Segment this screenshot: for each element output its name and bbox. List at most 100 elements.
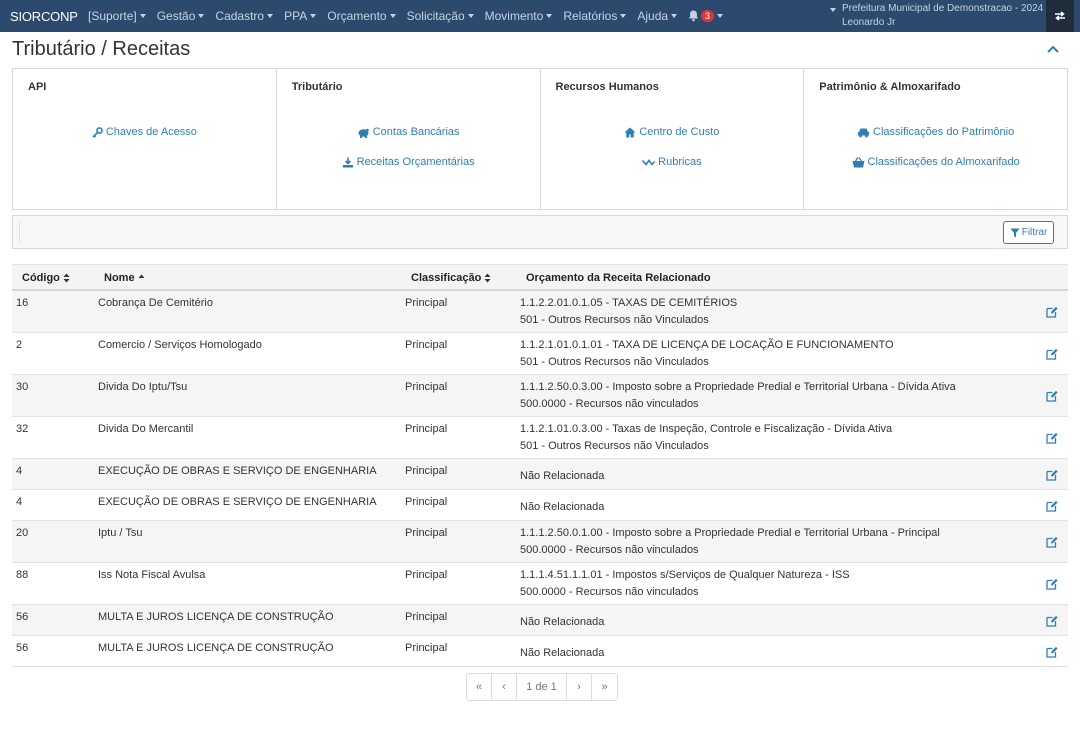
caret-down-icon [830, 8, 836, 12]
menu-label: Orçamento [327, 9, 387, 23]
menu-label: Gestão [156, 9, 196, 23]
car-icon [858, 128, 869, 137]
budget-line-1: 1.1.1.2.50.0.1.00 - Imposto sobre a Prop… [520, 527, 940, 539]
link-receitas-orcamentarias[interactable]: Receitas Orçamentárias [277, 156, 540, 168]
link-classificacoes-patrimonio[interactable]: Classificações do Patrimônio [804, 126, 1067, 138]
link-contas-bancarias[interactable]: Contas Bancárias [277, 126, 540, 138]
panel-title: Patrimônio & Almoxarifado [819, 81, 961, 93]
cell-classificacao: Principal [405, 339, 448, 351]
link-classificacoes-almoxarifado[interactable]: Classificações do Almoxarifado [804, 156, 1067, 168]
link-label: Chaves de Acesso [105, 126, 197, 138]
cell-orcamento: Não Relacionada [520, 499, 604, 516]
filter-button-label: Filtrar [1021, 227, 1048, 238]
edit-icon[interactable] [1046, 578, 1058, 590]
menu-relatorios[interactable]: Relatórios [563, 9, 627, 23]
cell-orcamento: 1.1.1.2.50.0.1.00 - Imposto sobre a Prop… [520, 525, 940, 559]
panel-patrimonio: Patrimônio & Almoxarifado Classificações… [804, 69, 1067, 209]
budget-line-1: 1.1.2.1.01.0.3.00 - Taxas de Inspeção, C… [520, 423, 893, 435]
edit-icon[interactable] [1046, 615, 1058, 627]
edit-icon[interactable] [1046, 469, 1058, 481]
cell-classificacao: Principal [405, 569, 448, 581]
cell-orcamento: 1.1.1.2.50.0.3.00 - Imposto sobre a Prop… [520, 379, 956, 413]
org-user-menu[interactable]: Prefeitura Municipal de Demonstracao - 2… [830, 2, 1043, 30]
cell-classificacao: Principal [405, 297, 448, 309]
edit-icon[interactable] [1046, 432, 1058, 444]
budget-line-2: 501 - Outros Recursos não Vinculados [520, 440, 709, 452]
cell-orcamento: Não Relacionada [520, 645, 604, 662]
edit-icon[interactable] [1046, 306, 1058, 318]
menu-ppa[interactable]: PPA [284, 9, 317, 23]
menu-movimento[interactable]: Movimento [485, 9, 553, 23]
header-codigo[interactable]: Código [22, 272, 70, 284]
collapse-panels-button[interactable] [1046, 43, 1062, 57]
panel-title: Tributário [291, 81, 343, 93]
cell-codigo: 88 [16, 569, 29, 581]
notifications-button[interactable]: 3 [688, 10, 724, 22]
link-rubricas[interactable]: Rubricas [541, 156, 804, 168]
menu-label: Movimento [484, 9, 544, 23]
edit-icon[interactable] [1046, 500, 1058, 512]
link-centro-de-custo[interactable]: Centro de Custo [541, 126, 804, 138]
cell-codigo: 56 [16, 642, 29, 654]
budget-line-1: 1.1.1.4.51.1.1.01 - Impostos s/Serviços … [520, 569, 850, 581]
switch-context-button[interactable] [1046, 0, 1074, 32]
first-page-button[interactable]: « [467, 674, 492, 700]
menu-suporte[interactable]: [Suporte] [88, 9, 146, 23]
table-row: 2 Comercio / Serviços Homologado Principal… [12, 333, 1068, 375]
link-chaves-de-acesso[interactable]: Chaves de Acesso [13, 126, 276, 138]
next-page-button[interactable]: › [567, 674, 592, 700]
budget-line-1: Não Relacionada [520, 501, 605, 513]
panel-api: API Chaves de Acesso [13, 69, 277, 209]
cell-codigo: 4 [16, 496, 23, 508]
menu-cadastro[interactable]: Cadastro [215, 9, 274, 23]
menu-label: Solicitação [406, 9, 465, 23]
prev-page-button[interactable]: ‹ [492, 674, 517, 700]
filter-input[interactable] [19, 221, 989, 243]
header-nome[interactable]: Nome [104, 272, 145, 284]
cell-nome: Divida Do Mercantil [98, 423, 194, 435]
link-label: Contas Bancárias [372, 126, 460, 138]
cell-classificacao: Principal [405, 423, 448, 435]
cell-nome: Comercio / Serviços Homologado [98, 339, 262, 351]
panel-recursos-humanos: Recursos Humanos Centro de Custo Rubrica… [541, 69, 805, 209]
cell-codigo: 32 [16, 423, 29, 435]
cell-classificacao: Principal [405, 642, 448, 654]
table-body: 16 Cobrança De Cemitério Principal 1.1.2.2.… [12, 291, 1068, 667]
menu-orcamento[interactable]: Orçamento [327, 9, 396, 23]
budget-line-1: 1.1.1.2.50.0.3.00 - Imposto sobre a Prop… [520, 381, 956, 393]
link-label: Classificações do Almoxarifado [867, 156, 1020, 168]
cell-classificacao: Principal [405, 611, 448, 623]
chart-line-icon [642, 158, 656, 166]
org-name: Prefeitura Municipal de Demonstracao - 2… [842, 3, 1044, 14]
edit-icon[interactable] [1046, 646, 1058, 658]
cell-codigo: 16 [16, 297, 29, 309]
filter-button[interactable]: Filtrar [1003, 221, 1054, 244]
panel-title: API [28, 81, 47, 93]
caret-down-icon [139, 14, 146, 18]
panel-title: Recursos Humanos [555, 81, 659, 93]
bell-icon [689, 10, 699, 22]
last-page-button[interactable]: » [592, 674, 617, 700]
edit-icon[interactable] [1046, 348, 1058, 360]
budget-line-2: 500.0000 - Recursos não vinculados [520, 398, 699, 410]
edit-icon[interactable] [1046, 536, 1058, 548]
header-label: Classificação [411, 272, 482, 284]
exchange-arrows-icon [1055, 11, 1065, 21]
brand-logo[interactable]: SIORCONP [0, 9, 88, 24]
link-label: Classificações do Patrimônio [873, 126, 1015, 138]
menu-label: PPA [284, 9, 308, 23]
caret-down-icon [267, 14, 274, 18]
filter-bar: Filtrar [12, 215, 1068, 249]
menu-ajuda[interactable]: Ajuda [637, 9, 678, 23]
menu-label: Relatórios [563, 9, 618, 23]
budget-line-2: 500.0000 - Recursos não vinculados [520, 544, 699, 556]
menu-solicitacao[interactable]: Solicitação [407, 9, 474, 23]
header-label: Orçamento da Receita Relacionado [526, 272, 711, 284]
menu-gestao[interactable]: Gestão [157, 9, 205, 23]
cell-classificacao: Principal [405, 465, 448, 477]
edit-icon[interactable] [1046, 390, 1058, 402]
funnel-icon [1010, 228, 1020, 237]
header-classificacao[interactable]: Classificação [411, 272, 491, 284]
caret-down-icon [620, 14, 627, 18]
budget-line-1: Não Relacionada [520, 470, 605, 482]
